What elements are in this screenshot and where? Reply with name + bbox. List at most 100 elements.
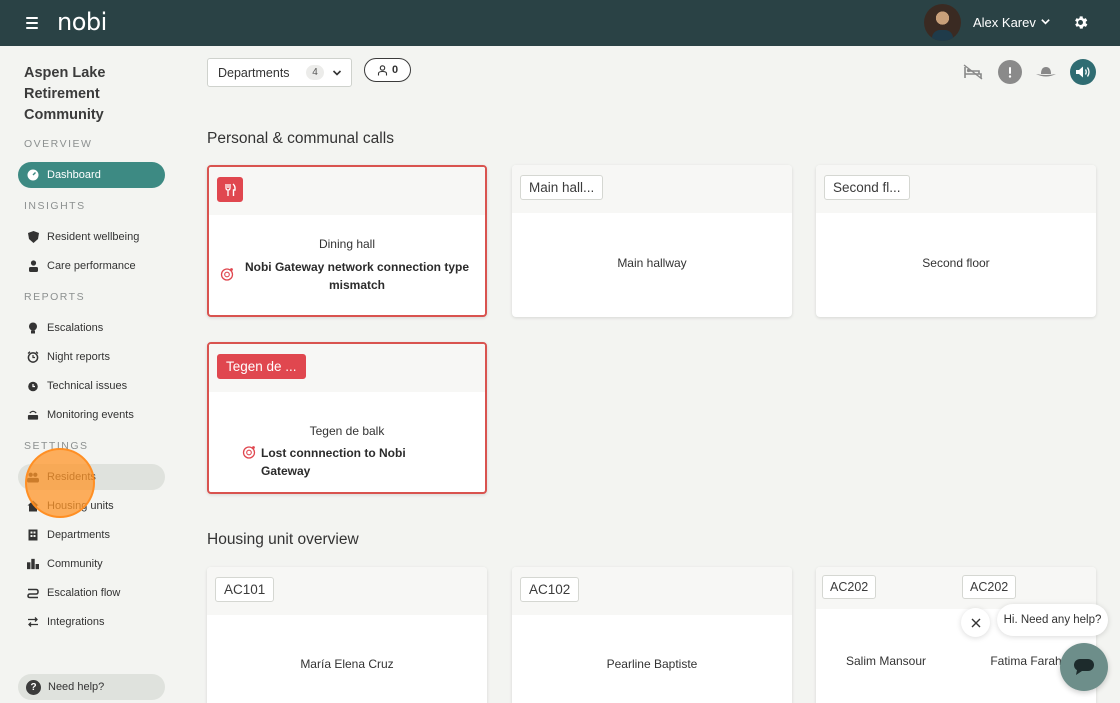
sidebar-item-label: Resident wellbeing (47, 231, 140, 243)
card-header: Main hall... (512, 165, 792, 213)
sidebar-item-housing-units[interactable]: Housing units (18, 493, 165, 519)
person-icon (377, 64, 387, 75)
calls-section-title: Personal & communal calls (207, 130, 394, 147)
sidebar-item-label: Departments (47, 529, 110, 541)
section-label-reports: REPORTS (24, 291, 86, 303)
housing-section-title: Housing unit overview (207, 531, 359, 548)
sidebar-item-label: Escalations (47, 322, 104, 334)
housing-card-ac101[interactable]: AC101 María Elena Cruz (207, 567, 487, 703)
departments-select[interactable]: Departments 4 (207, 58, 352, 87)
chat-launcher-button[interactable] (1060, 643, 1108, 691)
device-warning-icon (220, 268, 234, 281)
sidebar-item-label: Monitoring events (47, 409, 134, 421)
resident-name: Salim Mansour (845, 654, 927, 668)
call-card-dining-hall[interactable]: Dining hall Nobi Gateway network connect… (207, 165, 487, 317)
section-label-settings: SETTINGS (24, 440, 89, 452)
call-card-tegen-de-balk[interactable]: Tegen de ... Tegen de balk Lost connnect… (207, 342, 487, 494)
top-bar: nobi Alex Karev (0, 0, 1120, 46)
chat-icon (1074, 659, 1094, 675)
broadcast-icon (27, 409, 39, 421)
sidebar-item-care-performance[interactable]: Care performance (18, 253, 165, 279)
community-name: Aspen Lake Retirement Community (24, 65, 106, 123)
section-label-insights: INSIGHTS (24, 200, 86, 212)
card-header: AC101 (207, 567, 487, 615)
device-warning-icon (242, 446, 256, 459)
call-card-tag: Second fl... (824, 175, 910, 200)
sidebar-item-technical-issues[interactable]: Technical issues (18, 373, 165, 399)
housing-card-tag: AC202 (822, 575, 877, 599)
alarm-clock-icon (27, 351, 39, 363)
call-card-name: Tegen de balk (309, 424, 385, 438)
chevron-down-icon (332, 70, 342, 76)
home-icon (27, 500, 39, 512)
bed-off-icon[interactable] (961, 60, 985, 84)
chat-greeting[interactable]: Hi. Need any help? (997, 604, 1108, 636)
sidebar-item-label: Community (47, 558, 103, 570)
housing-card-tag: AC202 (962, 575, 1017, 599)
sidebar-item-night-reports[interactable]: Night reports (18, 344, 165, 370)
flow-icon (27, 587, 39, 599)
city-icon (27, 558, 39, 570)
card-header (209, 167, 485, 215)
people-icon (27, 471, 39, 483)
sidebar-item-integrations[interactable]: Integrations (18, 609, 165, 635)
sidebar-item-community[interactable]: Community (18, 551, 165, 577)
residents-filter-badge[interactable]: 0 (364, 58, 411, 82)
call-card-name: Dining hall (318, 237, 376, 251)
hat-icon[interactable] (1034, 60, 1058, 84)
sidebar-item-residents[interactable]: Residents (18, 464, 165, 490)
sidebar-item-resident-wellbeing[interactable]: Resident wellbeing (18, 224, 165, 250)
gear-icon[interactable] (1072, 14, 1089, 31)
residents-count: 0 (391, 64, 399, 76)
resident-name: Pearline Baptiste (606, 657, 698, 671)
call-card-main-hallway[interactable]: Main hall... Main hallway (512, 165, 792, 317)
call-card-tag: Main hall... (520, 175, 604, 200)
user-name[interactable]: Alex Karev (973, 15, 1036, 30)
sidebar-item-label: Care performance (47, 260, 136, 272)
alarm-icon (27, 380, 39, 392)
call-card-name: Second floor (922, 256, 990, 270)
app-logo[interactable]: nobi (57, 8, 107, 36)
help-button[interactable]: ? Need help? (18, 674, 165, 700)
close-icon (971, 618, 980, 627)
sidebar-item-label: Night reports (47, 351, 110, 363)
chevron-down-icon[interactable] (1040, 16, 1051, 27)
call-card-second-floor[interactable]: Second fl... Second floor (816, 165, 1096, 317)
lightbulb-icon (27, 322, 39, 334)
chat-close-button[interactable] (961, 608, 990, 637)
call-card-message: Nobi Gateway network connection type mis… (244, 260, 470, 292)
sidebar: Aspen Lake Retirement Community OVERVIEW… (0, 46, 183, 703)
call-card-tag: Tegen de ... (217, 354, 306, 379)
swap-icon (27, 616, 39, 628)
departments-count-badge: 4 (306, 65, 324, 80)
alert-icon[interactable] (998, 60, 1022, 84)
shield-icon (27, 231, 39, 243)
card-header: AC202 AC202 (816, 567, 1096, 609)
question-icon: ? (26, 679, 41, 695)
housing-card-ac102[interactable]: AC102 Pearline Baptiste (512, 567, 792, 703)
call-card-message: Lost connnection to Nobi Gateway (261, 446, 406, 478)
sidebar-item-label: Integrations (47, 616, 105, 628)
person-icon (27, 260, 39, 272)
sidebar-item-departments[interactable]: Departments (18, 522, 165, 548)
sidebar-item-monitoring-events[interactable]: Monitoring events (18, 402, 165, 428)
sidebar-item-label: Dashboard (47, 169, 101, 181)
sidebar-item-label: Housing units (47, 500, 114, 512)
sidebar-item-escalations[interactable]: Escalations (18, 315, 165, 341)
sidebar-item-label: Technical issues (47, 380, 128, 392)
housing-card-tag: AC102 (520, 577, 580, 602)
sidebar-item-dashboard[interactable]: Dashboard (18, 162, 165, 188)
housing-card-tag: AC101 (215, 577, 275, 602)
sidebar-item-label: Residents (47, 471, 96, 483)
card-header: Tegen de ... (209, 344, 485, 392)
menu-icon[interactable] (26, 17, 38, 29)
resident-name: María Elena Cruz (300, 657, 394, 671)
sidebar-item-escalation-flow[interactable]: Escalation flow (18, 580, 165, 606)
fork-knife-icon (225, 182, 236, 196)
building-icon (27, 529, 39, 541)
dashboard-icon (27, 169, 39, 181)
card-header: Second fl... (816, 165, 1096, 213)
sidebar-item-label: Escalation flow (47, 587, 121, 599)
avatar[interactable] (924, 4, 961, 41)
sound-icon[interactable] (1070, 59, 1096, 85)
